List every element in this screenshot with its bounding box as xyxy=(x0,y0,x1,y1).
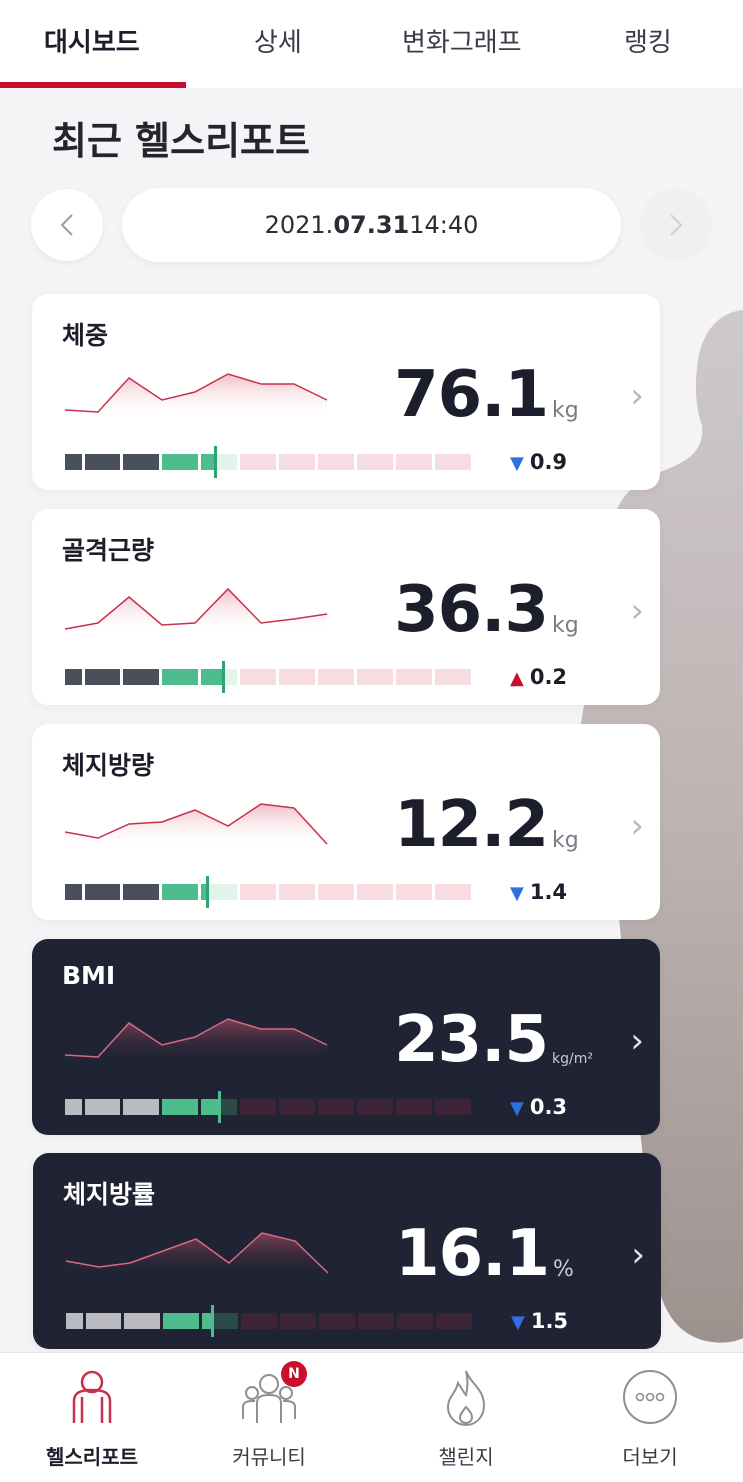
chevron-right-icon: › xyxy=(630,806,644,846)
prev-date-button[interactable] xyxy=(31,189,103,261)
metric-unit: kg xyxy=(552,613,579,638)
delta-value: 1.5 xyxy=(530,1309,569,1333)
metric-card-body-fat-mass[interactable]: 체지방량 12.2 kg › ▼ 1.4 xyxy=(32,724,660,920)
metric-value: 16.1 xyxy=(395,1217,550,1291)
sparkline-chart xyxy=(64,587,328,635)
metric-value: 12.2 xyxy=(394,788,549,862)
sparkline-chart xyxy=(64,1018,328,1065)
card-title: BMI xyxy=(62,961,116,990)
sparkline-chart xyxy=(65,1232,329,1279)
delta-value: 0.2 xyxy=(529,665,568,689)
metric-unit: kg xyxy=(552,398,579,423)
range-gauge xyxy=(65,661,471,693)
nav-challenge[interactable]: 챌린지 xyxy=(396,1367,536,1470)
range-gauge xyxy=(65,1091,471,1123)
chevron-right-icon: › xyxy=(631,1235,645,1275)
metric-card-weight[interactable]: 체중 76.1 kg › ▼ 0.9 xyxy=(32,294,660,490)
date-selector[interactable]: 2021. 07.31 14:40 xyxy=(122,188,621,262)
notification-badge: N xyxy=(281,1361,307,1387)
date-time: 14:40 xyxy=(409,211,479,239)
range-gauge xyxy=(65,876,471,908)
chevron-right-icon: › xyxy=(630,591,644,631)
card-title: 골격근량 xyxy=(62,536,155,565)
card-title: 체지방률 xyxy=(63,1180,156,1209)
metric-unit: % xyxy=(553,1257,574,1282)
triangle-down-icon: ▼ xyxy=(510,883,524,904)
sparkline-chart xyxy=(64,373,328,420)
more-icon xyxy=(620,1367,680,1427)
triangle-down-icon: ▼ xyxy=(510,453,524,474)
flame-icon xyxy=(436,1367,496,1427)
nav-label: 헬스리포트 xyxy=(46,1445,138,1469)
active-tab-indicator xyxy=(0,82,186,88)
gauge-marker xyxy=(222,661,225,693)
date-monthday: 07.31 xyxy=(333,211,410,239)
chevron-right-icon: › xyxy=(630,376,644,416)
page-title: 최근 헬스리포트 xyxy=(52,119,310,163)
next-date-button[interactable] xyxy=(640,189,712,261)
triangle-down-icon: ▼ xyxy=(511,1312,525,1333)
range-gauge xyxy=(65,446,471,478)
health-report-icon xyxy=(62,1367,122,1427)
delta-indicator: ▲ 0.2 xyxy=(510,665,567,689)
nav-label: 더보기 xyxy=(622,1445,678,1469)
delta-value: 0.3 xyxy=(529,1095,568,1119)
metric-unit: kg xyxy=(552,828,579,853)
sparkline-chart xyxy=(64,803,328,850)
metric-value: 23.5 xyxy=(394,1003,549,1077)
metric-value: 36.3 xyxy=(394,573,549,647)
gauge-marker xyxy=(214,446,217,478)
card-title: 체지방량 xyxy=(62,751,155,780)
tab-change-graph[interactable]: 변화그래프 xyxy=(402,22,522,59)
tab-detail[interactable]: 상세 xyxy=(254,22,302,59)
gauge-marker xyxy=(211,1305,214,1337)
gauge-marker xyxy=(206,876,209,908)
tab-dashboard[interactable]: 대시보드 xyxy=(44,22,140,59)
nav-community[interactable]: N 커뮤니티 xyxy=(199,1361,339,1470)
date-year: 2021. xyxy=(264,211,334,239)
delta-indicator: ▼ 1.4 xyxy=(510,880,567,904)
delta-value: 1.4 xyxy=(529,880,568,904)
gauge-marker xyxy=(218,1091,221,1123)
card-title: 체중 xyxy=(62,321,109,350)
chevron-right-icon xyxy=(670,214,683,236)
delta-indicator: ▼ 1.5 xyxy=(511,1309,568,1333)
delta-indicator: ▼ 0.3 xyxy=(510,1095,567,1119)
delta-value: 0.9 xyxy=(529,450,568,474)
nav-health-report[interactable]: 헬스리포트 xyxy=(22,1367,162,1470)
chevron-left-icon xyxy=(60,214,73,236)
metric-card-skeletal-muscle[interactable]: 골격근량 36.3 kg › ▲ 0.2 xyxy=(32,509,660,705)
nav-label: 커뮤니티 xyxy=(232,1445,306,1469)
metric-unit: kg/m² xyxy=(552,1051,593,1067)
top-tab-bar: 대시보드 상세 변화그래프 랭킹 xyxy=(0,0,743,88)
tab-ranking[interactable]: 랭킹 xyxy=(624,22,672,59)
community-icon: N xyxy=(239,1361,307,1427)
delta-indicator: ▼ 0.9 xyxy=(510,450,567,474)
bottom-navigation: 헬스리포트 N 커뮤니티 챌린지 더보기 xyxy=(0,1352,743,1482)
metric-card-bmi[interactable]: BMI 23.5 kg/m² › ▼ 0.3 xyxy=(32,939,660,1135)
triangle-down-icon: ▼ xyxy=(510,1098,524,1119)
triangle-up-icon: ▲ xyxy=(510,668,524,689)
range-gauge xyxy=(66,1305,472,1337)
nav-more[interactable]: 더보기 xyxy=(580,1367,720,1470)
metric-value: 76.1 xyxy=(394,358,549,432)
chevron-right-icon: › xyxy=(630,1021,644,1061)
metric-card-body-fat-percentage[interactable]: 체지방률 16.1 % › ▼ 1.5 xyxy=(33,1153,661,1349)
nav-label: 챌린지 xyxy=(438,1445,494,1469)
